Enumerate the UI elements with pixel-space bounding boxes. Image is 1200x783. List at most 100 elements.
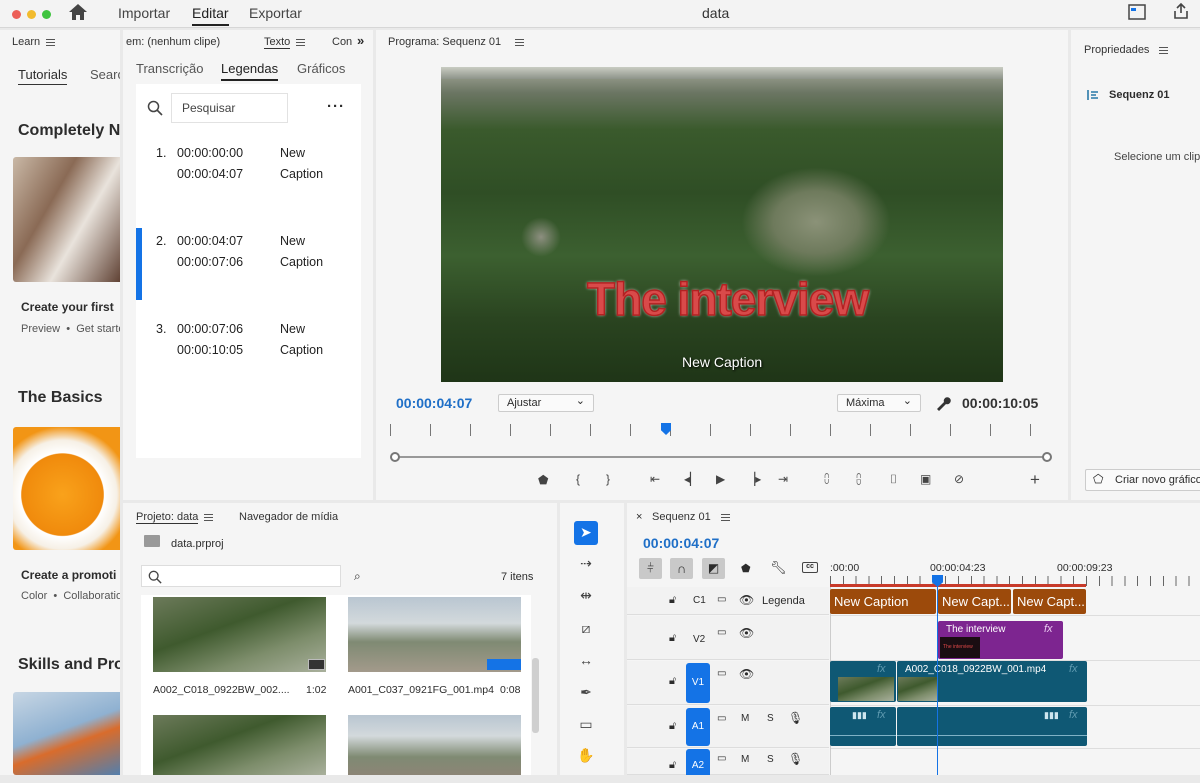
video-clip[interactable]: A002_C018_0922BW_001.mp4 fx — [897, 661, 1087, 702]
camera-icon[interactable]: ⌷ — [890, 472, 897, 487]
rectangle-tool[interactable]: ▭ — [575, 716, 597, 736]
razor-tool[interactable]: ⧄ — [575, 620, 597, 640]
panel-menu-icon[interactable] — [296, 38, 306, 46]
comparison-view-icon[interactable]: ▣ — [920, 472, 931, 486]
share-icon[interactable] — [1172, 2, 1190, 20]
eye-icon[interactable]: 👁︎ — [739, 667, 754, 681]
media-thumbnail[interactable] — [348, 715, 521, 775]
mute-button[interactable]: M — [741, 713, 749, 724]
tutorial-thumbnail[interactable] — [13, 692, 120, 775]
hand-tool[interactable]: ✋ — [575, 747, 597, 767]
tutorial-thumbnail[interactable] — [13, 157, 120, 282]
source-patch-a1[interactable]: A1 — [686, 708, 710, 746]
quality-dropdown[interactable]: Máxima ⌄ — [837, 394, 921, 412]
play-icon[interactable]: ▶ — [716, 472, 725, 486]
step-back-icon[interactable]: ◂▏ — [684, 472, 699, 486]
source-patch-v1[interactable]: V1 — [686, 663, 710, 703]
lock-icon[interactable]: 🔓︎ — [669, 675, 676, 688]
subtab-transcricao[interactable]: Transcrição — [136, 61, 203, 76]
tab-media-browser[interactable]: Navegador de mídia — [239, 511, 338, 523]
ripple-edit-tool[interactable]: ⇹ — [575, 587, 597, 607]
insert-overwrite-button[interactable]: ⫩ — [639, 558, 662, 579]
panel-menu-icon[interactable] — [1159, 46, 1169, 54]
time-ruler[interactable] — [390, 423, 1050, 438]
sync-icon[interactable]: ▭ — [717, 627, 726, 638]
expand-panels-icon[interactable]: » — [357, 33, 364, 48]
close-tab-icon[interactable]: × — [636, 511, 642, 523]
caption-clip[interactable]: New Capt... — [938, 589, 1011, 614]
eye-icon[interactable]: 👁︎ — [739, 593, 754, 607]
zoom-window-button[interactable] — [42, 10, 51, 19]
add-button-icon[interactable]: + — [1030, 470, 1040, 490]
nav-editar[interactable]: Editar — [192, 5, 229, 26]
extract-icon[interactable]: ⩉ — [856, 472, 861, 487]
tab-tutorials[interactable]: Tutorials — [18, 67, 68, 85]
caption-item[interactable]: 2. 00:00:04:07 00:00:07:06 New Caption — [136, 228, 361, 302]
linked-selection-button[interactable]: ◩ — [702, 558, 725, 579]
panel-menu-icon[interactable] — [515, 38, 525, 46]
source-patch-a2[interactable]: A2 — [686, 749, 710, 775]
lock-icon[interactable]: 🔓︎ — [669, 720, 676, 733]
sync-icon[interactable]: ▭ — [717, 668, 726, 679]
tab-more[interactable]: Con — [332, 36, 352, 48]
project-search-input[interactable] — [141, 565, 341, 587]
audio-clip[interactable]: ▮▮▮ fx — [830, 707, 896, 746]
vr-icon[interactable]: ⊘ — [954, 472, 964, 486]
panel-menu-icon[interactable] — [204, 513, 214, 521]
caption-item[interactable]: 1. 00:00:00:00 00:00:04:07 New Caption — [136, 144, 361, 204]
track-select-tool[interactable]: ⇢ — [575, 555, 597, 575]
caption-clip[interactable]: New Caption — [830, 589, 936, 614]
eye-icon[interactable]: 👁︎ — [739, 626, 754, 640]
add-marker-icon[interactable]: ⬟ — [741, 562, 751, 575]
media-thumbnail[interactable] — [153, 597, 326, 672]
fit-dropdown[interactable]: Ajustar ⌄ — [498, 394, 594, 412]
solo-button[interactable]: S — [767, 713, 774, 724]
tutorial-title[interactable]: Create a promoti — [21, 568, 116, 582]
tutorial-title[interactable]: Create your first — [21, 300, 114, 314]
lock-icon[interactable]: 🔓︎ — [669, 632, 676, 645]
slip-tool[interactable]: ↔ — [575, 652, 597, 672]
playhead-timecode[interactable]: 00:00:04:07 — [396, 395, 472, 411]
subtab-legendas[interactable]: Legendas — [221, 61, 279, 81]
video-frame[interactable]: The interview New Caption — [441, 67, 1003, 382]
subtab-graficos[interactable]: Gráficos — [297, 61, 345, 76]
microphone-icon[interactable]: 🎙︎ — [788, 752, 803, 766]
tutorial-thumbnail[interactable] — [13, 427, 120, 550]
go-to-out-icon[interactable]: ⇥ — [778, 472, 788, 486]
project-scrollbar[interactable] — [532, 658, 539, 733]
minimize-window-button[interactable] — [27, 10, 36, 19]
more-options-icon[interactable]: ··· — [327, 98, 345, 115]
tab-source[interactable]: em: (nenhum clipe) — [126, 36, 220, 48]
timeline-tab[interactable]: Sequenz 01 — [652, 511, 730, 523]
sync-icon[interactable]: ▭ — [717, 753, 726, 764]
workspace-icon[interactable] — [1128, 4, 1146, 20]
snap-button[interactable]: ∩ — [670, 558, 693, 579]
go-to-in-icon[interactable]: ⇤ — [650, 472, 660, 486]
pen-tool[interactable]: ✒ — [575, 684, 597, 704]
search-input[interactable]: Pesquisar — [171, 93, 288, 123]
nav-importar[interactable]: Importar — [118, 5, 170, 21]
sync-icon[interactable]: ▭ — [717, 713, 726, 724]
tab-search[interactable]: Search — [90, 67, 120, 82]
mute-button[interactable]: M — [741, 754, 749, 765]
captions-icon[interactable]: cc — [802, 562, 818, 573]
add-marker-icon[interactable]: ⬟ — [538, 473, 548, 487]
settings-wrench-icon[interactable]: 🔧︎ — [770, 560, 787, 576]
wrench-icon[interactable] — [935, 395, 951, 411]
solo-button[interactable]: S — [767, 754, 774, 765]
lift-icon[interactable]: ⩇ — [824, 472, 829, 487]
new-graphic-button[interactable]: ⬠ Criar novo gráfico — [1085, 469, 1200, 491]
caption-item[interactable]: 3. 00:00:07:06 00:00:10:05 New Caption — [136, 320, 361, 380]
tab-text[interactable]: Texto — [264, 36, 306, 49]
nav-exportar[interactable]: Exportar — [249, 5, 302, 21]
selection-tool[interactable]: ➤ — [574, 521, 598, 545]
video-clip[interactable]: fx — [830, 661, 896, 702]
timeline-timecode[interactable]: 00:00:04:07 — [643, 535, 719, 551]
panel-menu-icon[interactable] — [720, 513, 730, 521]
media-thumbnail[interactable] — [153, 715, 326, 775]
mark-in-icon[interactable]: { — [576, 472, 580, 486]
mark-out-icon[interactable]: } — [606, 472, 610, 486]
lock-icon[interactable]: 🔓︎ — [669, 759, 676, 772]
sync-icon[interactable]: ▭ — [717, 594, 726, 605]
audio-clip[interactable]: ▮▮▮ fx — [897, 707, 1087, 746]
